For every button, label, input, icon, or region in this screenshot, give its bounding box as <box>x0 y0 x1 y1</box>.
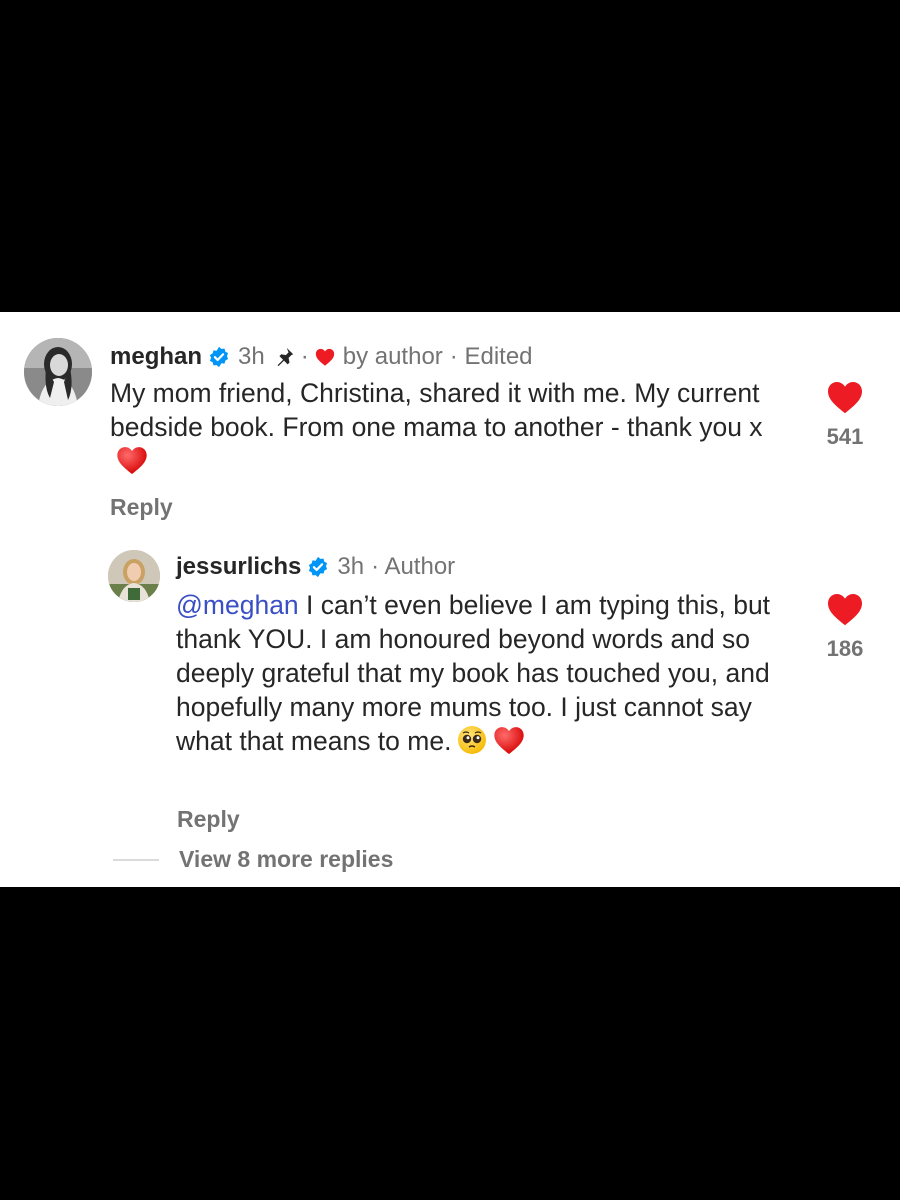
verified-badge-icon <box>208 346 230 368</box>
username[interactable]: jessurlichs <box>176 553 301 581</box>
username[interactable]: meghan <box>110 343 202 371</box>
pin-icon <box>273 346 295 368</box>
separator-dot: · <box>300 343 309 370</box>
timestamp: 3h <box>337 553 365 580</box>
avatar-photo-icon <box>24 338 92 406</box>
comment-header: meghan 3h · by author · Edited <box>110 342 533 372</box>
reply-button[interactable]: Reply <box>177 806 240 833</box>
red-heart-emoji-icon <box>493 725 525 755</box>
comment-thread: meghan 3h · by author · Edited My mom fr… <box>0 312 900 887</box>
mention-link[interactable]: @meghan <box>176 590 299 620</box>
red-heart-emoji-icon <box>116 445 148 475</box>
comment-text: @meghan I can’t even believe I am typing… <box>176 588 806 758</box>
edited-label: · Edited <box>449 343 533 370</box>
liked-by-author-heart-icon <box>315 347 335 367</box>
avatar-photo-icon <box>108 550 160 602</box>
like-button[interactable]: 541 <box>810 380 880 450</box>
timestamp: 3h <box>238 343 265 370</box>
comment-header: jessurlichs 3h · Author <box>176 552 455 582</box>
like-button[interactable]: 186 <box>810 592 880 662</box>
like-count: 541 <box>826 424 864 449</box>
avatar-meghan[interactable] <box>24 338 92 406</box>
author-label: · Author <box>371 553 456 580</box>
heart-filled-icon <box>826 592 864 626</box>
verified-badge-icon <box>307 556 329 578</box>
divider-line <box>113 859 159 861</box>
view-more-replies-button[interactable]: View 8 more replies <box>179 846 393 873</box>
comment-text: My mom friend, Christina, shared it with… <box>110 376 790 478</box>
heart-filled-icon <box>826 380 864 414</box>
like-count: 186 <box>826 636 864 661</box>
avatar-jessurlichs[interactable] <box>108 550 160 602</box>
comment-body: My mom friend, Christina, shared it with… <box>110 378 763 442</box>
reply-button[interactable]: Reply <box>110 494 173 521</box>
liked-by-author-label: by author <box>342 343 443 370</box>
pleading-face-emoji-icon <box>457 725 487 755</box>
